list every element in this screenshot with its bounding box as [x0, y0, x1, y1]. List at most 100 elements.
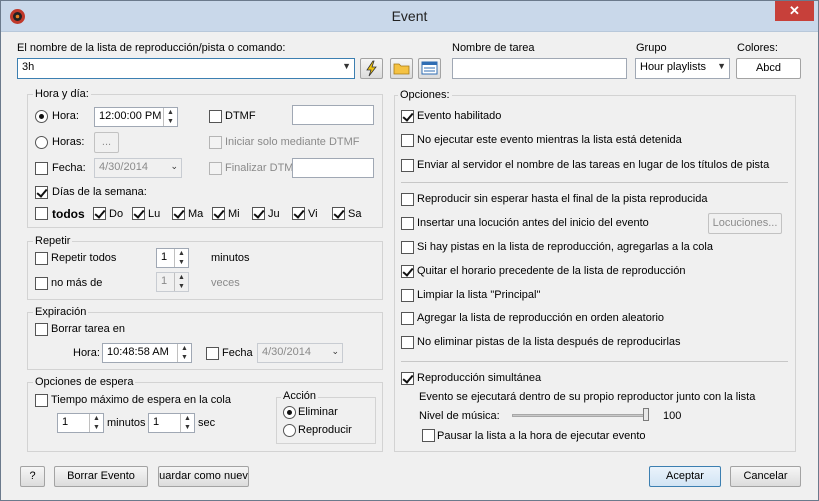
- repetir-spinner[interactable]: ▲ ▼: [174, 249, 188, 267]
- playlist-list-button[interactable]: [418, 58, 441, 79]
- finalizar-dtmf-input[interactable]: [292, 158, 374, 178]
- wait-sec-label: sec: [198, 417, 216, 429]
- aceptar-button[interactable]: Aceptar: [649, 466, 721, 487]
- action-group-title: Acción: [281, 390, 319, 402]
- expiration-group-title: Expiración: [33, 306, 89, 318]
- eliminar-radio[interactable]: [283, 406, 296, 419]
- todos-checkbox[interactable]: [35, 207, 48, 220]
- eliminar-label: Eliminar: [298, 406, 338, 418]
- day-checkbox-vi[interactable]: [292, 207, 305, 220]
- exp-hora-input[interactable]: 10:48:58 AM ▲ ▼: [102, 343, 192, 363]
- day-checkbox-ju[interactable]: [252, 207, 265, 220]
- no-ejecutar-checkbox[interactable]: [401, 134, 414, 147]
- borrar-evento-button[interactable]: Borrar Evento: [54, 466, 148, 487]
- nomas-value: 1: [161, 275, 168, 287]
- evento-habilitado-checkbox[interactable]: [401, 110, 414, 123]
- chevron-down-icon[interactable]: ▼: [342, 61, 351, 71]
- dias-checkbox[interactable]: [35, 186, 48, 199]
- fecha-checkbox[interactable]: [35, 162, 48, 175]
- reproducir-radio[interactable]: [283, 424, 296, 437]
- horas-radio[interactable]: [35, 136, 48, 149]
- wait-minutes-spinner[interactable]: ▲ ▼: [89, 414, 103, 432]
- repeat-group: [27, 241, 383, 300]
- chevron-down-icon[interactable]: ▼: [717, 61, 726, 71]
- dtmf-checkbox[interactable]: [209, 110, 222, 123]
- group-label: Grupo: [636, 42, 667, 54]
- finalizar-dtmf-checkbox[interactable]: [209, 162, 222, 175]
- playlist-combo[interactable]: 3h ▼: [17, 58, 355, 79]
- command-button[interactable]: [360, 58, 383, 79]
- repetir-input[interactable]: 1 ▲ ▼: [156, 248, 189, 268]
- title-bar: Event ✕: [1, 1, 818, 32]
- close-button[interactable]: ✕: [775, 1, 814, 21]
- quitar-horario-label: Quitar el horario precedente de la lista…: [417, 265, 686, 277]
- agregar-aleatorio-label: Agregar la lista de reproducción en orde…: [417, 312, 665, 324]
- pausar-lista-checkbox[interactable]: [422, 429, 435, 442]
- no-eliminar-checkbox[interactable]: [401, 336, 414, 349]
- hora-spinner[interactable]: ▲ ▼: [163, 108, 177, 126]
- agregar-aleatorio-checkbox[interactable]: [401, 312, 414, 325]
- hora-radio[interactable]: [35, 110, 48, 123]
- exp-fecha-checkbox[interactable]: [206, 347, 219, 360]
- exp-hora-spinner[interactable]: ▲ ▼: [177, 344, 191, 362]
- tiempo-checkbox[interactable]: [35, 394, 48, 407]
- day-label-ju: Ju: [268, 208, 280, 220]
- colors-label: Colores:: [737, 42, 778, 54]
- colors-button[interactable]: Abcd: [736, 58, 801, 79]
- day-checkbox-lu[interactable]: [132, 207, 145, 220]
- day-checkbox-mi[interactable]: [212, 207, 225, 220]
- day-checkbox-sa[interactable]: [332, 207, 345, 220]
- borrar-tarea-checkbox[interactable]: [35, 323, 48, 336]
- group-combo[interactable]: Hour playlists ▼: [635, 58, 730, 79]
- wait-seconds-input[interactable]: 1 ▲ ▼: [148, 413, 195, 433]
- guardar-como-nuevo-button[interactable]: uardar como nuev: [158, 466, 249, 487]
- time-group-title: Hora y día:: [33, 88, 91, 100]
- tiempo-label: Tiempo máximo de espera en la cola: [51, 394, 231, 406]
- repetir-checkbox[interactable]: [35, 252, 48, 265]
- chevron-down-icon[interactable]: ⌄: [331, 346, 339, 357]
- nomas-input[interactable]: 1 ▲ ▼: [156, 272, 189, 292]
- hora-time-value: 12:00:00 PM: [99, 110, 162, 122]
- music-level-thumb[interactable]: [643, 408, 649, 421]
- dtmf-input[interactable]: [292, 105, 374, 125]
- exp-fecha-value: 4/30/2014: [262, 346, 311, 358]
- no-ejecutar-label: No ejecutar este evento mientras la list…: [417, 134, 682, 146]
- todos-label: todos: [52, 207, 85, 221]
- reproducir-sin-esperar-checkbox[interactable]: [401, 193, 414, 206]
- locuciones-button[interactable]: Locuciones...: [708, 213, 782, 234]
- nivel-musica-label: Nivel de música:: [419, 410, 500, 422]
- cancelar-button[interactable]: Cancelar: [730, 466, 801, 487]
- day-checkbox-ma[interactable]: [172, 207, 185, 220]
- hora-time-input[interactable]: 12:00:00 PM ▲ ▼: [94, 107, 178, 127]
- exp-fecha-input[interactable]: 4/30/2014 ⌄: [257, 343, 343, 363]
- fecha-date-input[interactable]: 4/30/2014 ⌄: [94, 158, 182, 178]
- fecha-label: Fecha:: [52, 162, 86, 174]
- exp-fecha-label: Fecha: [222, 347, 253, 359]
- group-value: Hour playlists: [640, 61, 707, 73]
- nomas-spinner[interactable]: ▲ ▼: [174, 273, 188, 291]
- iniciar-dtmf-checkbox[interactable]: [209, 136, 222, 149]
- si-hay-pistas-checkbox[interactable]: [401, 241, 414, 254]
- propio-reproductor-label: Evento se ejecutará dentro de su propio …: [419, 391, 756, 403]
- day-checkbox-do[interactable]: [93, 207, 106, 220]
- quitar-horario-checkbox[interactable]: [401, 265, 414, 278]
- limpiar-lista-checkbox[interactable]: [401, 289, 414, 302]
- exp-hora-value: 10:48:58 AM: [107, 346, 169, 358]
- dias-label: Días de la semana:: [52, 186, 147, 198]
- hora-label: Hora:: [52, 110, 79, 122]
- wait-minutes-input[interactable]: 1 ▲ ▼: [57, 413, 104, 433]
- insertar-locucion-checkbox[interactable]: [401, 217, 414, 230]
- enviar-servidor-checkbox[interactable]: [401, 159, 414, 172]
- folder-icon: [393, 63, 410, 75]
- chevron-down-icon[interactable]: ⌄: [170, 161, 178, 172]
- task-name-input[interactable]: [452, 58, 627, 79]
- insertar-locucion-label: Insertar una locución antes del inicio d…: [417, 217, 649, 229]
- wait-seconds-spinner[interactable]: ▲ ▼: [180, 414, 194, 432]
- help-button[interactable]: ?: [20, 466, 45, 487]
- music-level-slider[interactable]: [512, 408, 649, 421]
- nomas-checkbox[interactable]: [35, 277, 48, 290]
- reproduccion-simultanea-checkbox[interactable]: [401, 372, 414, 385]
- horas-button[interactable]: ...: [94, 132, 119, 153]
- day-label-do: Do: [109, 208, 124, 220]
- browse-folder-button[interactable]: [390, 58, 413, 79]
